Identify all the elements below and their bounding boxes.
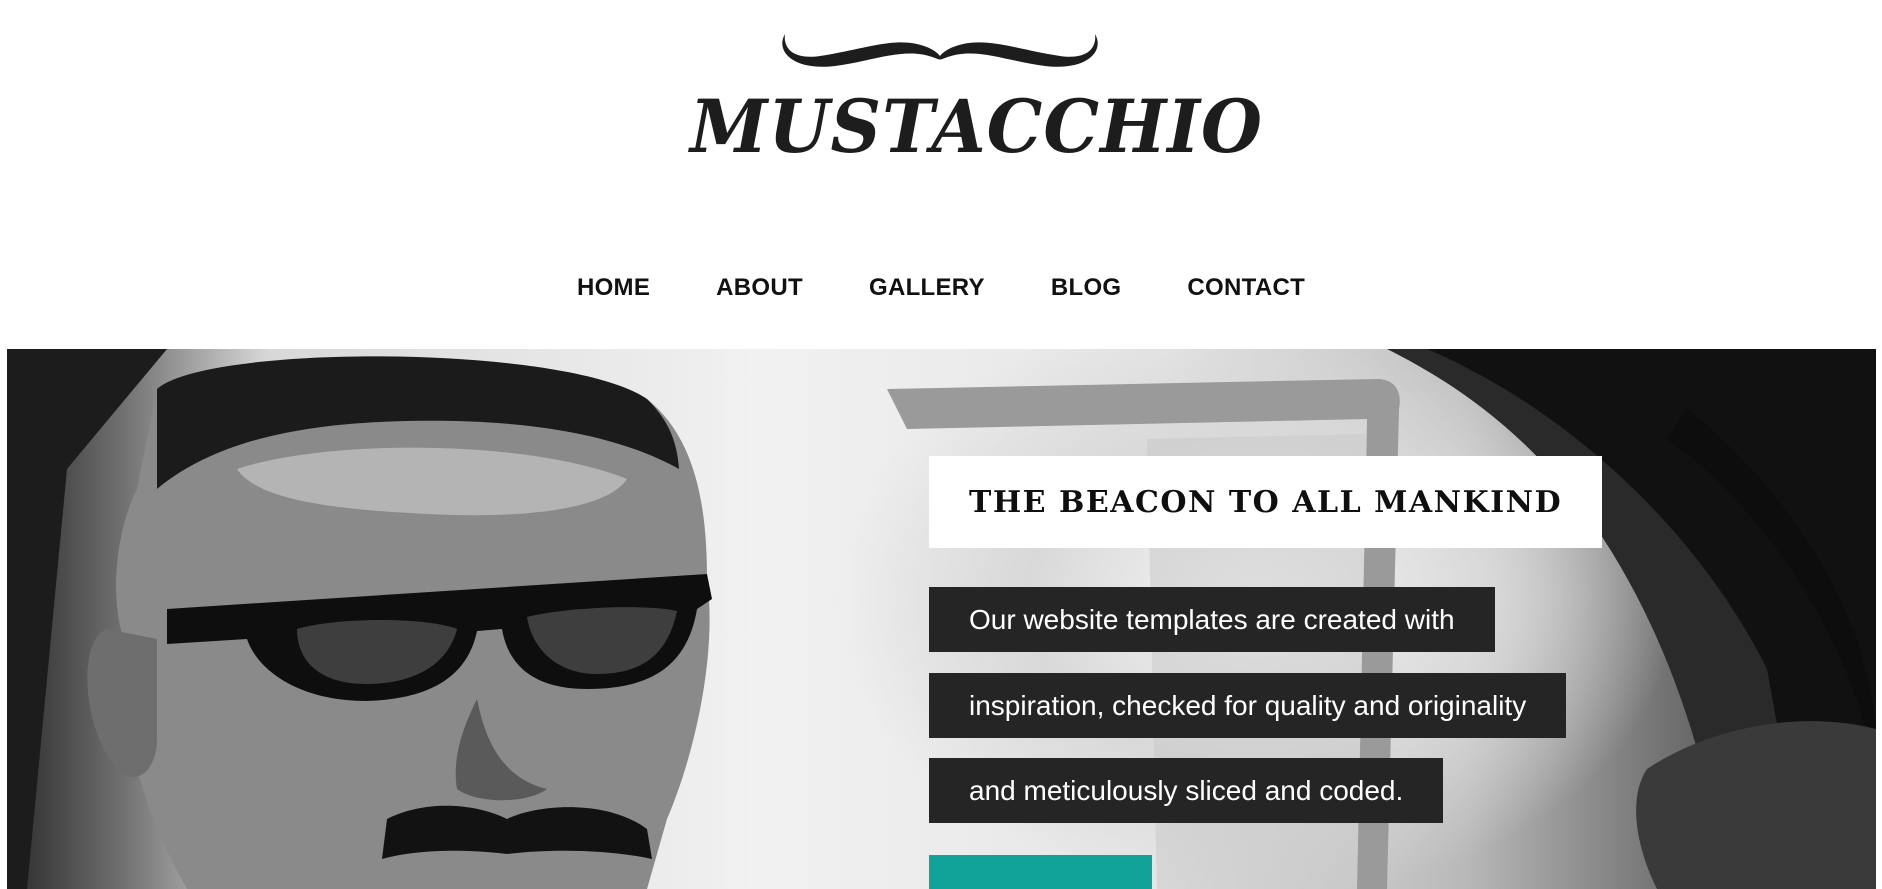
hero-text-line: and meticulously sliced and coded. [929,758,1444,823]
nav-about[interactable]: ABOUT [716,274,803,302]
logo-wordmark: MUSTACCHIO [690,82,1263,171]
nav-gallery[interactable]: GALLERY [869,274,985,302]
hero-headline-box: THE BEACON TO ALL MANKIND [929,456,1603,548]
hero-text-line: Our website templates are created with [929,587,1495,652]
mustache-icon [782,34,1098,67]
nav-blog[interactable]: BLOG [1051,274,1122,302]
main-nav: HOME ABOUT GALLERY BLOG CONTACT [0,268,1882,308]
nav-contact[interactable]: CONTACT [1187,274,1305,302]
nav-home[interactable]: HOME [577,274,650,302]
hero-headline: THE BEACON TO ALL MANKIND [969,484,1563,520]
hero-banner: THE BEACON TO ALL MANKIND Our website te… [7,349,1876,889]
hero-text-line: inspiration, checked for quality and ori… [929,673,1567,738]
hero-cta-button[interactable] [929,855,1152,889]
logo-link[interactable]: MUSTACCHIO [690,20,1263,171]
